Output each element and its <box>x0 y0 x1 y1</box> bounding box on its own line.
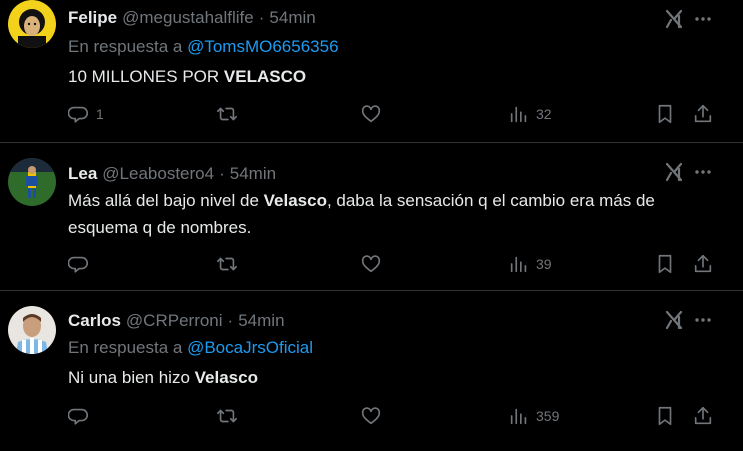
repost-button[interactable] <box>216 102 244 126</box>
like-icon <box>361 255 381 273</box>
tweet-actions: 1 32 <box>68 102 728 126</box>
reply-icon <box>68 256 88 273</box>
separator-dot: · <box>219 164 225 183</box>
display-name[interactable]: Carlos <box>68 311 121 331</box>
tweet[interactable]: Lea @Leabostero4 · 54min Más allá del ba… <box>0 143 743 291</box>
share-icon <box>694 406 712 425</box>
reply-button[interactable] <box>68 252 96 276</box>
tweet[interactable]: Felipe @megustahalflife · 54min En respu… <box>0 0 743 143</box>
bookmark-button[interactable] <box>654 252 676 276</box>
reply-prefix: En respuesta a <box>68 37 188 56</box>
avatar[interactable] <box>8 306 56 354</box>
tweet-header: Carlos @CRPerroni · 54min <box>68 310 285 332</box>
like-button[interactable] <box>360 252 388 276</box>
timestamp[interactable]: 54min <box>238 311 284 331</box>
bookmark-icon <box>658 104 672 124</box>
display-name[interactable]: Felipe <box>68 8 117 28</box>
grok-icon[interactable] <box>663 8 685 30</box>
tweet-header: Lea @Leabostero4 · 54min <box>68 163 276 185</box>
mention-link[interactable]: @TomsMO6656356 <box>187 37 338 56</box>
reply-context: En respuesta a @TomsMO6656356 <box>68 37 339 57</box>
tweet-text-part: Más allá del bajo nivel de <box>68 191 264 210</box>
tweet-text-part: Ni una bien hizo <box>68 368 195 387</box>
tweet-text: Más allá del bajo nivel de Velasco, daba… <box>68 187 708 241</box>
more-icon[interactable] <box>693 9 713 29</box>
grok-icon[interactable] <box>663 161 685 183</box>
reply-button[interactable] <box>68 404 96 428</box>
tweet-text: 10 MILLONES POR VELASCO <box>68 63 708 90</box>
views-icon <box>510 408 527 425</box>
timestamp[interactable]: 54min <box>230 164 276 184</box>
views-button[interactable]: 32 <box>508 102 552 126</box>
tweet-text-highlight: Velasco <box>194 368 258 387</box>
tweet-text-highlight: Velasco <box>263 191 327 210</box>
repost-button[interactable] <box>216 404 244 428</box>
tweet-actions: 359 <box>68 404 728 428</box>
user-handle[interactable]: @CRPerroni <box>126 311 223 331</box>
views-icon <box>510 256 527 273</box>
tweet-actions: 39 <box>68 252 728 276</box>
views-count: 39 <box>536 256 552 272</box>
like-button[interactable] <box>360 102 388 126</box>
separator-dot: · <box>258 8 265 27</box>
avatar[interactable] <box>8 158 56 206</box>
share-button[interactable] <box>692 404 714 428</box>
bookmark-button[interactable] <box>654 404 676 428</box>
like-icon <box>361 407 381 425</box>
like-icon <box>361 105 381 123</box>
reply-icon <box>68 106 88 123</box>
share-button[interactable] <box>692 252 714 276</box>
views-count: 32 <box>536 106 552 122</box>
grok-icon[interactable] <box>663 309 685 331</box>
repost-icon <box>217 257 237 271</box>
mention-link[interactable]: @BocaJrsOficial <box>187 338 313 357</box>
bookmark-icon <box>658 254 672 274</box>
reply-count: 1 <box>96 106 104 122</box>
timeline-feed: Felipe @megustahalflife · 54min En respu… <box>0 0 743 442</box>
tweet-text-highlight: VELASCO <box>223 67 307 86</box>
tweet[interactable]: Carlos @CRPerroni · 54min En respuesta a… <box>0 291 743 451</box>
tweet-text-part: 10 MILLONES POR <box>68 67 224 86</box>
share-icon <box>694 104 712 123</box>
tweet-text: Ni una bien hizo Velasco <box>68 364 708 391</box>
more-icon[interactable] <box>693 310 713 330</box>
user-handle[interactable]: @Leabostero4 <box>102 164 214 184</box>
views-icon <box>510 106 527 123</box>
repost-icon <box>217 409 237 423</box>
timestamp[interactable]: 54min <box>269 8 315 28</box>
bookmark-icon <box>658 406 672 426</box>
avatar[interactable] <box>8 0 56 48</box>
reply-icon <box>68 408 88 425</box>
reply-button[interactable]: 1 <box>68 102 104 126</box>
tweet-header: Felipe @megustahalflife · 54min <box>68 7 316 29</box>
reply-context: En respuesta a @BocaJrsOficial <box>68 338 313 358</box>
views-button[interactable]: 39 <box>508 252 552 276</box>
separator-dot: · <box>227 311 234 330</box>
reply-prefix: En respuesta a <box>68 338 188 357</box>
repost-button[interactable] <box>216 252 244 276</box>
bookmark-button[interactable] <box>654 102 676 126</box>
share-icon <box>694 254 712 273</box>
user-handle[interactable]: @megustahalflife <box>122 8 254 28</box>
views-count: 359 <box>536 408 560 424</box>
views-button[interactable]: 359 <box>508 404 559 428</box>
more-icon[interactable] <box>693 162 713 182</box>
display-name[interactable]: Lea <box>68 164 97 184</box>
share-button[interactable] <box>692 102 714 126</box>
like-button[interactable] <box>360 404 388 428</box>
repost-icon <box>217 107 237 121</box>
